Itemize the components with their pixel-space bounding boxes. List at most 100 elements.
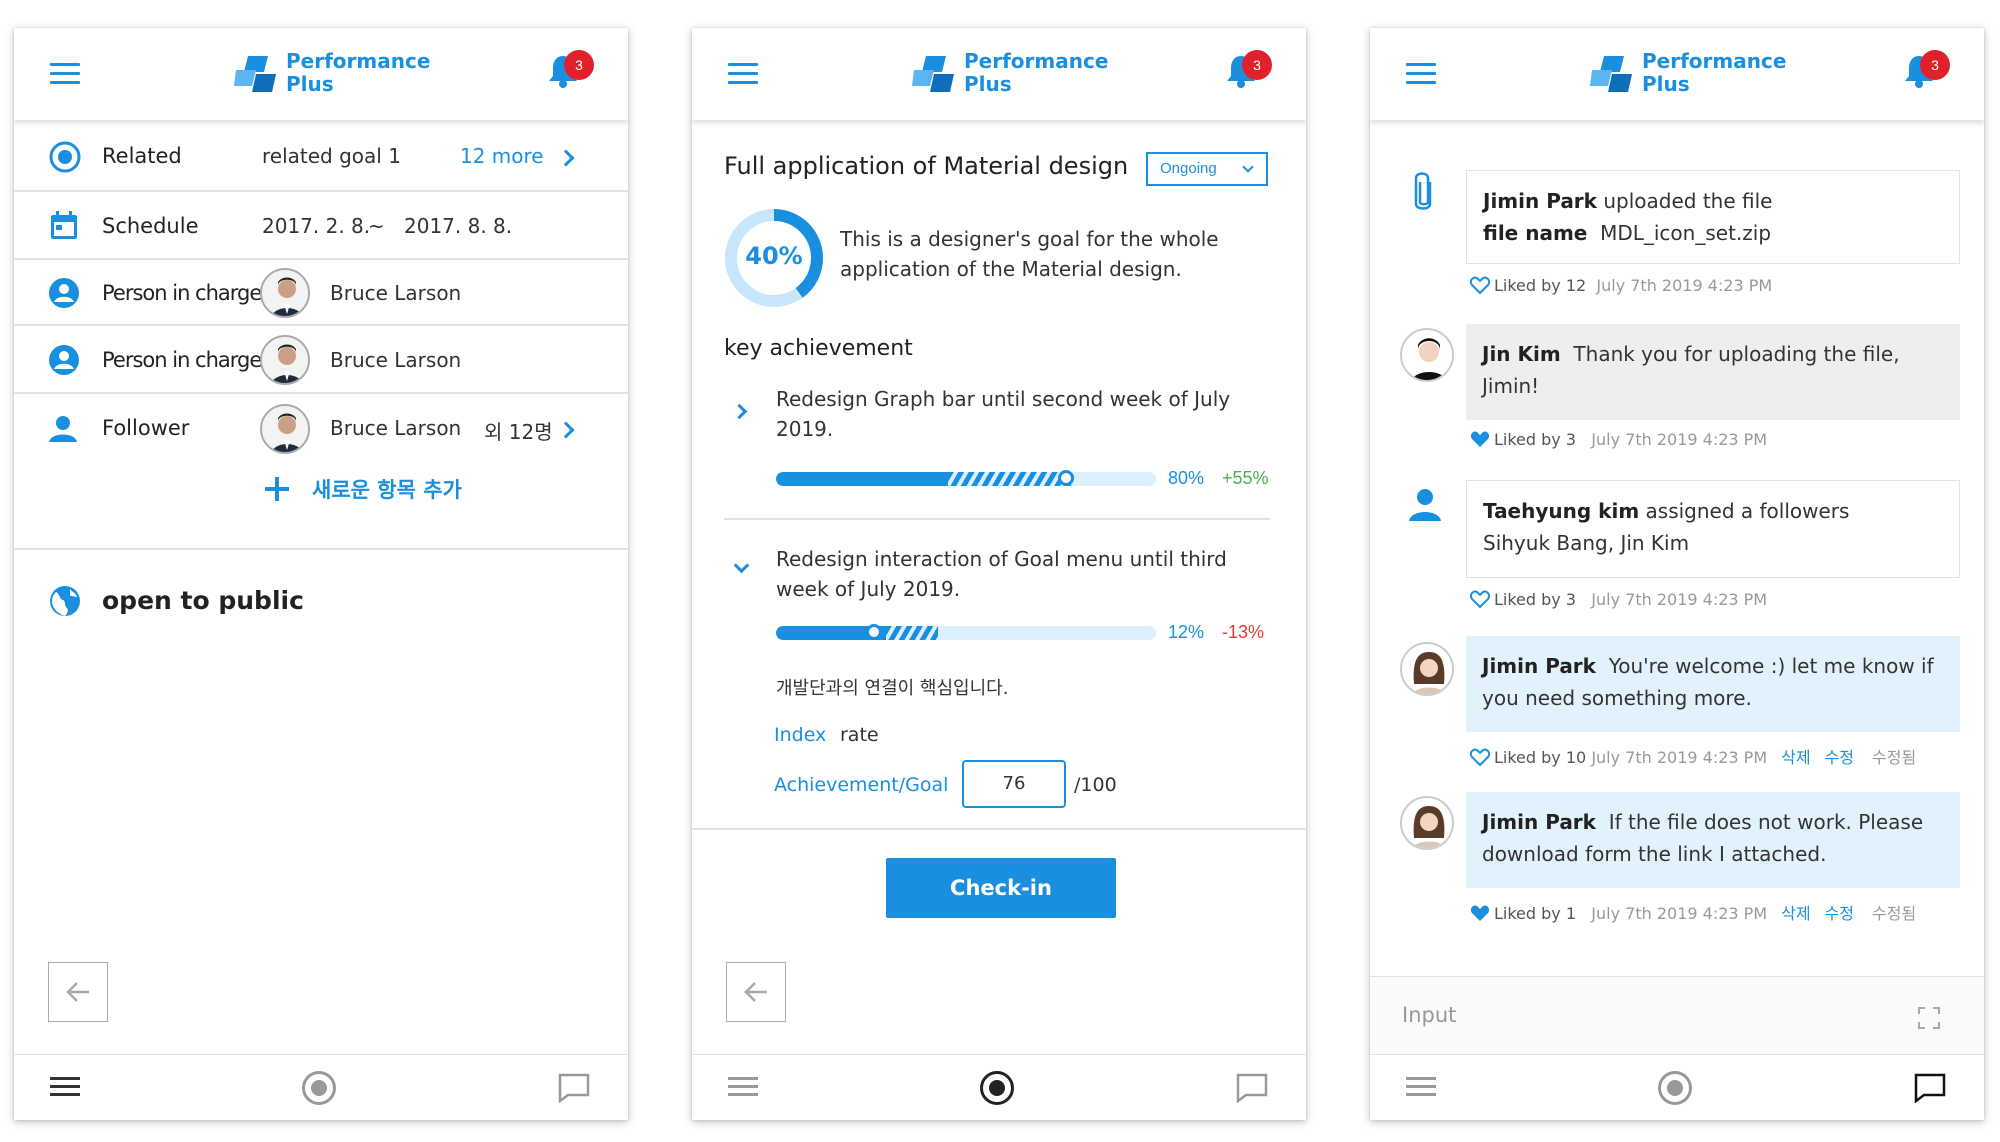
nav-chat-icon[interactable]	[558, 1073, 590, 1103]
schedule-end-date[interactable]: 2017. 8. 8.	[404, 214, 512, 238]
notification-bell-icon[interactable]: 3	[1226, 50, 1272, 94]
achievement-progress-bar[interactable]	[776, 626, 1156, 640]
achievement-delta: +55%	[1222, 468, 1269, 488]
nav-menu-icon[interactable]	[1406, 1077, 1436, 1097]
heart-filled-icon[interactable]	[1470, 430, 1490, 448]
progress-handle[interactable]	[1058, 470, 1074, 486]
liked-count[interactable]: Liked by 3	[1494, 590, 1576, 609]
feed-time: July 7th 2019 4:23 PM	[1591, 904, 1768, 923]
achievement-text: Redesign Graph bar until second week of …	[776, 387, 1231, 441]
logo-icon	[912, 56, 954, 92]
avatar[interactable]	[1400, 642, 1454, 696]
delete-link[interactable]: 삭제	[1781, 904, 1810, 923]
achievement-note: 개발단과의 연결이 핵심입니다.	[776, 678, 1009, 699]
nav-goal-icon[interactable]	[1658, 1071, 1692, 1105]
feed-time: July 7th 2019 4:23 PM	[1596, 276, 1773, 295]
public-row[interactable]: open to public	[14, 552, 628, 632]
notification-bell-icon[interactable]: 3	[1904, 50, 1950, 94]
menu-icon[interactable]	[728, 63, 758, 85]
nav-menu-icon[interactable]	[50, 1077, 80, 1097]
chevron-right-icon[interactable]	[557, 421, 575, 439]
feed-time: July 7th 2019 4:23 PM	[1591, 430, 1768, 449]
edit-link[interactable]: 수정	[1825, 748, 1854, 767]
schedule-separator: ~	[368, 214, 385, 238]
feed-author[interactable]: Jimin Park	[1483, 189, 1597, 213]
progress-handle[interactable]	[866, 624, 882, 640]
goal-checkin-screen: Performance Plus 3 Full application of M…	[692, 28, 1306, 1120]
chevron-right-icon[interactable]	[731, 403, 748, 420]
chevron-down-icon[interactable]	[733, 557, 750, 574]
expand-icon[interactable]	[1918, 1007, 1940, 1029]
achievement-progress-bar[interactable]	[776, 472, 1156, 486]
feed-text: assigned a followers	[1639, 499, 1850, 523]
edit-link[interactable]: 수정	[1825, 904, 1854, 923]
goal-detail-screen: Performance Plus 3 Related related goal …	[14, 28, 628, 1120]
heart-outline-icon[interactable]	[1470, 748, 1490, 766]
paperclip-icon	[1414, 172, 1432, 210]
public-label: open to public	[102, 586, 304, 615]
file-name[interactable]: MDL_icon_set.zip	[1600, 221, 1771, 245]
related-more-link[interactable]: 12 more	[460, 144, 544, 168]
avatar[interactable]	[260, 404, 310, 454]
notification-badge: 3	[1920, 50, 1950, 80]
calendar-icon	[51, 211, 77, 239]
menu-icon[interactable]	[1406, 63, 1436, 85]
arrow-left-icon	[744, 982, 767, 1002]
logo-icon	[234, 56, 276, 92]
progress-ring: 40%	[724, 208, 824, 308]
follower-extra-count[interactable]: 외 12명	[484, 416, 553, 445]
schedule-row: Schedule 2017. 2. 8. ~ 2017. 8. 8.	[14, 192, 628, 260]
edited-label: 수정됨	[1872, 904, 1917, 923]
delete-link[interactable]: 삭제	[1781, 748, 1810, 767]
avatar[interactable]	[1400, 328, 1454, 382]
avatar[interactable]	[260, 335, 310, 385]
feed-author[interactable]: Jin Kim	[1482, 342, 1561, 366]
logo-icon	[1590, 56, 1632, 92]
brand-logo: Performance Plus	[912, 50, 1108, 100]
liked-count[interactable]: Liked by 1	[1494, 904, 1576, 923]
back-button[interactable]	[726, 962, 786, 1022]
back-button[interactable]	[48, 962, 108, 1022]
chevron-right-icon[interactable]	[557, 149, 575, 167]
feed-followers: Sihyuk Bang, Jin Kim	[1483, 531, 1690, 555]
globe-icon	[50, 586, 80, 616]
feed-author[interactable]: Taehyung kim	[1483, 499, 1639, 523]
menu-icon[interactable]	[50, 63, 80, 85]
feed-author[interactable]: Jimin Park	[1482, 654, 1596, 678]
notification-bell-icon[interactable]: 3	[548, 50, 594, 94]
feed-meta: Liked by 3 July 7th 2019 4:23 PM	[1470, 590, 1767, 609]
achievement-text: Redesign interaction of Goal menu until …	[776, 547, 1227, 601]
person-in-charge-label: Person in charge	[102, 281, 262, 305]
person-in-charge-label: Person in charge	[102, 348, 262, 372]
follower-name: Bruce Larson	[330, 416, 462, 440]
nav-menu-icon[interactable]	[728, 1077, 758, 1097]
nav-goal-icon[interactable]	[980, 1071, 1014, 1105]
liked-count[interactable]: Liked by 10	[1494, 748, 1586, 767]
check-in-button[interactable]: Check-in	[886, 858, 1116, 918]
liked-count[interactable]: Liked by 12	[1494, 276, 1586, 295]
feed-author[interactable]: Jimin Park	[1482, 810, 1596, 834]
nav-goal-icon[interactable]	[302, 1071, 336, 1105]
related-goal-value[interactable]: related goal 1	[262, 144, 401, 168]
heart-outline-icon[interactable]	[1470, 590, 1490, 608]
feed-card: Jimin Park If the file does not work. Pl…	[1466, 792, 1960, 888]
heart-outline-icon[interactable]	[1470, 276, 1490, 294]
follower-label: Follower	[102, 416, 190, 440]
status-dropdown[interactable]: Ongoing	[1146, 152, 1268, 186]
liked-count[interactable]: Liked by 3	[1494, 430, 1576, 449]
progress-percent: 40%	[745, 242, 803, 270]
avatar[interactable]	[1400, 796, 1454, 850]
comment-input[interactable]: Input	[1370, 976, 1984, 1056]
index-value: rate	[840, 724, 879, 746]
achievement-max: /100	[1074, 774, 1117, 796]
nav-chat-icon[interactable]	[1914, 1073, 1946, 1103]
achievement-value-input[interactable]: 76	[962, 760, 1066, 808]
schedule-start-date[interactable]: 2017. 2. 8.	[262, 214, 370, 238]
related-row: Related related goal 1 12 more	[14, 120, 628, 192]
key-achievement-heading: key achievement	[724, 336, 913, 361]
person-in-charge-row: Person in charge Bruce Larson	[14, 260, 628, 326]
feed-text: uploaded the file	[1596, 189, 1773, 213]
nav-chat-icon[interactable]	[1236, 1073, 1268, 1103]
avatar[interactable]	[260, 268, 310, 318]
heart-filled-icon[interactable]	[1470, 904, 1490, 922]
